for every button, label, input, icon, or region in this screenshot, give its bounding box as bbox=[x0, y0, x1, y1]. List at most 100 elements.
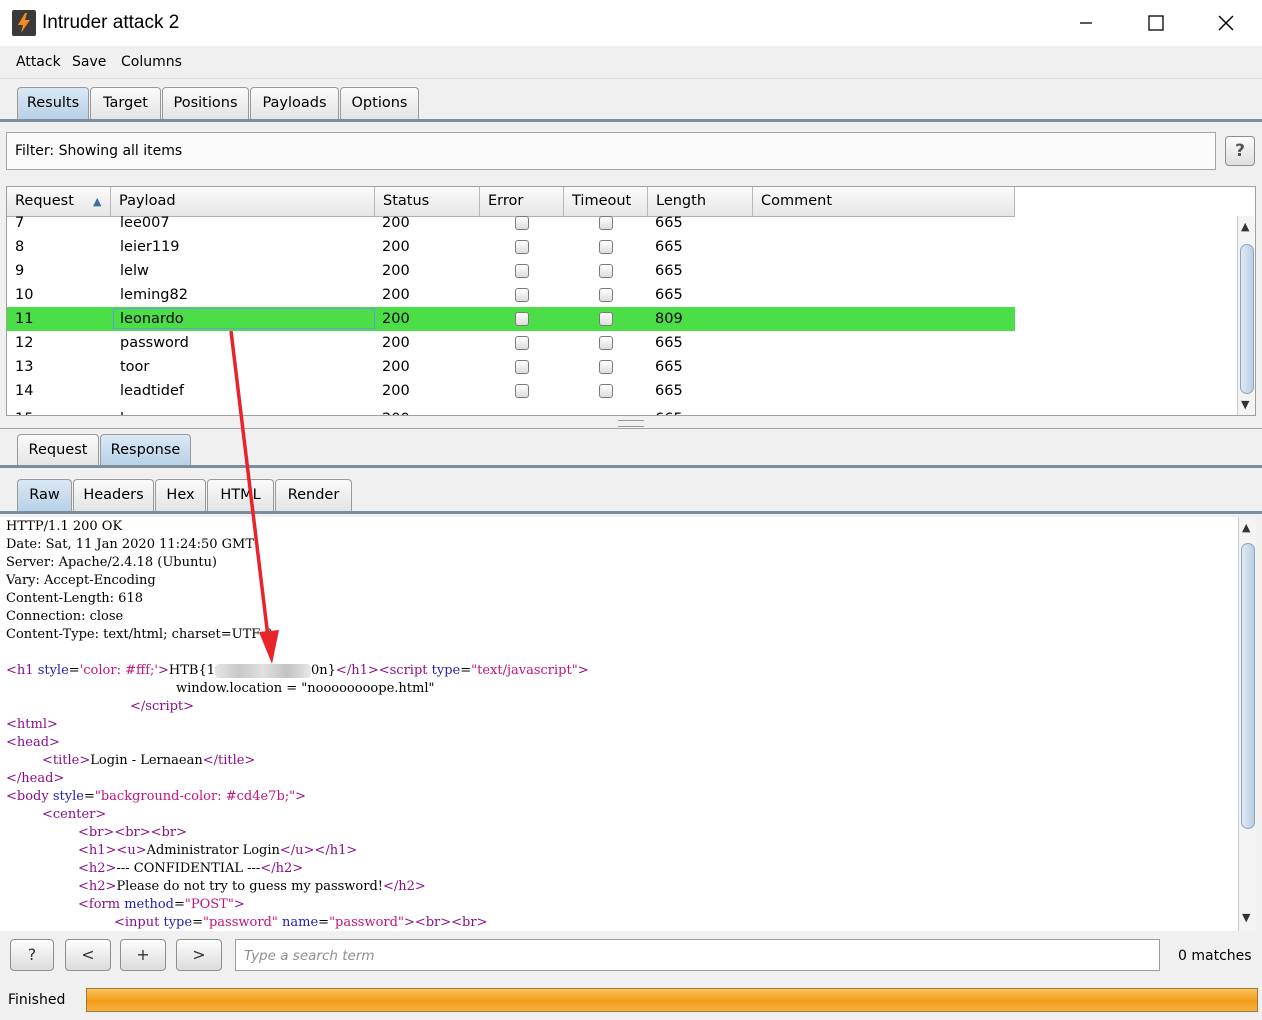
table-row[interactable]: 13 toor 200 665 bbox=[7, 355, 1015, 379]
code-head-open: <head> bbox=[6, 735, 60, 750]
tab-request[interactable]: Request bbox=[17, 434, 99, 466]
cell-request: 12 bbox=[15, 335, 34, 351]
error-checkbox[interactable] bbox=[515, 264, 529, 278]
error-checkbox[interactable] bbox=[515, 216, 529, 230]
row-cut-payload: leouse bbox=[120, 409, 168, 415]
cell-length: 665 bbox=[655, 359, 683, 375]
code-form-open: <form method="POST"> bbox=[78, 897, 245, 912]
scroll-up-icon[interactable]: ▲ bbox=[1241, 220, 1249, 233]
filter-bar[interactable]: Filter: Showing all items bbox=[6, 132, 1216, 170]
code-h1-line: <h1><u>Administrator Login</u></h1> bbox=[78, 843, 358, 858]
cell-payload: leming82 bbox=[120, 287, 188, 303]
results-scrollbar[interactable]: ▲ ▼ bbox=[1237, 216, 1255, 415]
tab-hex[interactable]: Hex bbox=[155, 479, 206, 511]
flag-suffix: 0n} bbox=[311, 663, 336, 678]
splitter-handle[interactable] bbox=[618, 420, 644, 427]
table-row[interactable]: 14 leadtidef 200 665 bbox=[7, 379, 1015, 403]
scroll-down-icon[interactable]: ▼ bbox=[1242, 911, 1250, 924]
timeout-checkbox[interactable] bbox=[599, 288, 613, 302]
tabs-divider bbox=[0, 119, 1262, 122]
error-checkbox[interactable] bbox=[515, 336, 529, 350]
tab-headers[interactable]: Headers bbox=[73, 479, 154, 511]
code-center-open: <center> bbox=[42, 807, 107, 822]
table-row[interactable]: 8 leier119 200 665 bbox=[7, 235, 1015, 259]
cell-payload: lee007 bbox=[120, 215, 170, 231]
filter-help-button[interactable]: ? bbox=[1225, 136, 1255, 166]
scroll-up-icon[interactable]: ▲ bbox=[1242, 521, 1250, 534]
error-checkbox[interactable] bbox=[515, 384, 529, 398]
cell-request: 13 bbox=[15, 359, 34, 375]
menu-save[interactable]: Save bbox=[72, 54, 106, 70]
status-text: Finished bbox=[8, 992, 66, 1008]
tab-html[interactable]: HTML bbox=[207, 479, 274, 511]
add-button[interactable]: + bbox=[120, 939, 166, 971]
cell-length: 809 bbox=[655, 311, 683, 327]
tab-results[interactable]: Results bbox=[17, 87, 89, 119]
response-scrollbar[interactable]: ▲ ▼ bbox=[1238, 517, 1256, 931]
tab-target[interactable]: Target bbox=[90, 87, 161, 119]
code-title: <title>Login - Lernaean</title> bbox=[42, 753, 256, 768]
header-line: Server: Apache/2.4.18 (Ubuntu) bbox=[6, 555, 218, 570]
table-row-partial[interactable]: 15 leouse 200 665 bbox=[7, 409, 1015, 415]
cell-status: 200 bbox=[382, 335, 410, 351]
previous-match-button[interactable]: < bbox=[65, 939, 111, 971]
table-row[interactable]: 7 lee007 200 665 bbox=[7, 211, 1015, 235]
pane-divider bbox=[0, 428, 1262, 429]
tab-response[interactable]: Response bbox=[100, 434, 191, 466]
code-input-line: <input type="password" name="password"><… bbox=[114, 915, 488, 930]
timeout-checkbox[interactable] bbox=[599, 384, 613, 398]
timeout-checkbox[interactable] bbox=[599, 264, 613, 278]
tab-render[interactable]: Render bbox=[275, 479, 352, 511]
search-box[interactable] bbox=[235, 939, 1160, 971]
search-input[interactable] bbox=[242, 941, 1146, 971]
header-line: Content-Length: 618 bbox=[6, 591, 143, 606]
table-row[interactable]: 10 leming82 200 665 bbox=[7, 283, 1015, 307]
maximize-button[interactable] bbox=[1136, 8, 1176, 38]
close-button[interactable] bbox=[1206, 8, 1246, 38]
cell-request: 7 bbox=[15, 215, 25, 231]
cell-length: 665 bbox=[655, 383, 683, 399]
scroll-thumb[interactable] bbox=[1240, 244, 1254, 394]
raw-response-view[interactable]: HTTP/1.1 200 OK Date: Sat, 11 Jan 2020 1… bbox=[0, 517, 1238, 931]
cell-payload: lelw bbox=[120, 263, 149, 279]
cell-length: 665 bbox=[655, 287, 683, 303]
timeout-checkbox[interactable] bbox=[599, 336, 613, 350]
menu-attack[interactable]: Attack bbox=[16, 54, 61, 70]
scroll-down-icon[interactable]: ▼ bbox=[1241, 398, 1249, 411]
code-window-location: window.location = "noooooooope.html" bbox=[176, 681, 435, 696]
tab-raw[interactable]: Raw bbox=[17, 479, 72, 511]
burp-logo-icon bbox=[12, 10, 36, 36]
menu-columns[interactable]: Columns bbox=[121, 54, 182, 70]
next-match-button[interactable]: > bbox=[176, 939, 222, 971]
error-checkbox[interactable] bbox=[515, 240, 529, 254]
cell-request: 10 bbox=[15, 287, 34, 303]
timeout-checkbox[interactable] bbox=[599, 312, 613, 326]
cell-length: 665 bbox=[655, 215, 683, 231]
timeout-checkbox[interactable] bbox=[599, 360, 613, 374]
header-line: HTTP/1.1 200 OK bbox=[6, 519, 123, 534]
header-line: Date: Sat, 11 Jan 2020 11:24:50 GMT bbox=[6, 537, 254, 552]
match-count: 0 matches bbox=[1178, 948, 1252, 964]
cell-request: 11 bbox=[15, 311, 34, 327]
cell-status: 200 bbox=[382, 359, 410, 375]
row-cut-status: 200 bbox=[382, 409, 410, 415]
flag-prefix: HTB{1 bbox=[168, 663, 215, 678]
error-checkbox[interactable] bbox=[515, 312, 529, 326]
error-checkbox[interactable] bbox=[515, 360, 529, 374]
filter-label: Filter: Showing all items bbox=[15, 143, 183, 159]
tab-payloads[interactable]: Payloads bbox=[250, 87, 339, 119]
tab-positions[interactable]: Positions bbox=[162, 87, 249, 119]
tab-options[interactable]: Options bbox=[340, 87, 419, 119]
timeout-checkbox[interactable] bbox=[599, 240, 613, 254]
search-help-button[interactable]: ? bbox=[10, 939, 54, 971]
minimize-button[interactable] bbox=[1066, 8, 1106, 38]
timeout-checkbox[interactable] bbox=[599, 216, 613, 230]
cell-payload: leier119 bbox=[120, 239, 180, 255]
error-checkbox[interactable] bbox=[515, 288, 529, 302]
cell-payload: leadtidef bbox=[120, 383, 184, 399]
scroll-thumb[interactable] bbox=[1241, 543, 1255, 829]
table-row[interactable]: 12 password 200 665 bbox=[7, 331, 1015, 355]
table-row[interactable]: 9 lelw 200 665 bbox=[7, 259, 1015, 283]
table-row-selected[interactable]: 11 leonardo 200 809 bbox=[7, 307, 1015, 331]
menu-bar: Attack Save Columns bbox=[0, 46, 1262, 79]
